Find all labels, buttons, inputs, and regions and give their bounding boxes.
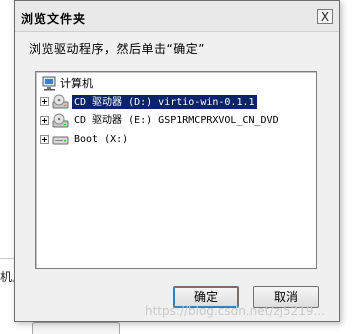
cd-drive-icon bbox=[52, 94, 70, 113]
dialog-title: 浏览文件夹 bbox=[21, 12, 87, 26]
tree-item-label: CD 驱动器 (D:) virtio-win-0.1.1 bbox=[72, 95, 257, 109]
folder-tree[interactable]: 计算机 CD 驱动器 (D:) virtio-win-0.1.1 CD 驱动器 … bbox=[35, 71, 317, 269]
background-button[interactable] bbox=[32, 322, 120, 334]
hard-drive-icon bbox=[52, 134, 70, 149]
tree-item-drive-d[interactable]: CD 驱动器 (D:) virtio-win-0.1.1 bbox=[36, 93, 311, 111]
tree-root-label: 计算机 bbox=[60, 77, 93, 90]
background-divider bbox=[0, 258, 14, 259]
screen: 机上 浏览文件夹 X 浏览驱动程序，然后单击“确定” 计算机 CD 驱动器 (D… bbox=[0, 0, 359, 334]
expand-icon[interactable] bbox=[40, 135, 49, 144]
close-button[interactable]: X bbox=[317, 9, 333, 24]
expand-icon[interactable] bbox=[40, 97, 49, 106]
watermark-text: https://blog.csdn.net/zj5219... bbox=[145, 304, 325, 318]
expand-icon[interactable] bbox=[40, 116, 49, 125]
title-bar[interactable]: 浏览文件夹 X bbox=[15, 1, 339, 32]
instruction-text: 浏览驱动程序，然后单击“确定” bbox=[29, 42, 205, 56]
tree-item-label: CD 驱动器 (E:) GSP1RMCPRXVOL_CN_DVD bbox=[74, 115, 279, 126]
cd-drive-icon bbox=[52, 113, 70, 132]
drive-d-text: CD 驱动器 (D:) virtio-win-0.1.1 bbox=[74, 97, 255, 108]
tree-item-boot-x[interactable]: Boot (X:) bbox=[36, 131, 311, 149]
computer-icon bbox=[42, 76, 58, 94]
tree-item-drive-e[interactable]: CD 驱动器 (E:) GSP1RMCPRXVOL_CN_DVD bbox=[36, 112, 311, 130]
tree-item-label: Boot (X:) bbox=[74, 134, 129, 145]
browse-folder-dialog: 浏览文件夹 X 浏览驱动程序，然后单击“确定” 计算机 CD 驱动器 (D:) … bbox=[14, 0, 340, 322]
tree-root-computer[interactable]: 计算机 bbox=[40, 75, 240, 93]
